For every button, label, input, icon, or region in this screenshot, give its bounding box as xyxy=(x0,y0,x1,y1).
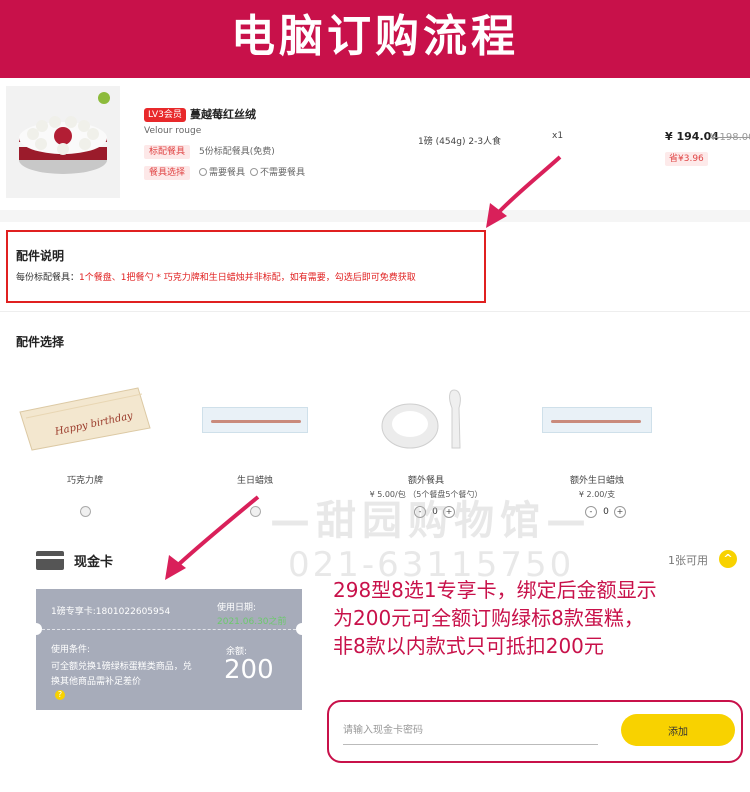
select-chocolate-plaque[interactable] xyxy=(80,506,91,517)
card-notch-right xyxy=(296,623,308,635)
chocolate-plaque-image: Happy birthday xyxy=(18,384,152,454)
radio-no-need[interactable] xyxy=(250,168,258,176)
candle-image xyxy=(202,407,308,433)
accessory-name-extra-tableware: 额外餐具 xyxy=(407,476,444,486)
product-english-name: Velour rouge xyxy=(144,126,202,136)
arrow-to-accessory-info xyxy=(495,155,562,216)
banner-title: 电脑订购流程 xyxy=(231,11,519,62)
arrow-head-2 xyxy=(165,555,186,580)
tableware-image xyxy=(380,388,472,452)
card-condition-text: 可全额兑换1磅绿标蛋糕类商品，兑换其他商品需补足差价 xyxy=(51,662,192,687)
cash-card-icon xyxy=(36,551,64,570)
option-need-tableware[interactable]: 需要餐具 xyxy=(199,166,245,180)
card-code-input[interactable] xyxy=(343,717,598,745)
promo-text: 298型8选1专享卡，绑定后金额显示 为200元可全额订购绿标8款蛋糕， 非8款… xyxy=(333,578,657,658)
select-candle[interactable] xyxy=(250,506,261,517)
arrow-to-cash-card xyxy=(176,495,260,567)
accessory-name-extra-candle: 额外生日蜡烛 xyxy=(569,476,624,486)
extra-candle-image xyxy=(542,407,652,433)
card-condition-label: 使用条件: xyxy=(51,645,91,655)
card-balance: 200 xyxy=(224,655,274,685)
section-divider xyxy=(0,210,750,222)
tableware-tag: 标配餐具 xyxy=(144,145,191,159)
extra-candle-count: 0 xyxy=(603,507,609,517)
radio-need[interactable] xyxy=(199,168,207,176)
cash-card-title: 现金卡 xyxy=(74,555,114,570)
product-spec: 1磅 (454g) 2-3人食 xyxy=(418,137,502,147)
card-separator xyxy=(42,629,296,630)
member-badge: LV3会员 xyxy=(144,108,186,122)
accessory-info-box xyxy=(6,230,486,303)
tableware-select-tag: 餐具选择 xyxy=(144,166,191,180)
saving-badge: 省¥3.96 xyxy=(665,152,708,166)
tableware-desc: 5份标配餐具(免费) xyxy=(199,147,275,157)
accessory-info-title: 配件说明 xyxy=(16,249,65,263)
divider xyxy=(0,311,750,312)
accessory-name-chocolate: 巧克力牌 xyxy=(66,476,103,486)
add-button[interactable]: 添加 xyxy=(621,714,735,746)
question-icon[interactable]: ? xyxy=(55,690,65,700)
card-notch-left xyxy=(30,623,42,635)
card-date-label: 使用日期: xyxy=(217,603,257,613)
accessory-select-title: 配件选择 xyxy=(16,335,65,349)
accessory-name-candle: 生日蜡烛 xyxy=(236,476,273,486)
watermark-shop-name: —甜园购物馆— xyxy=(270,498,592,544)
green-label-icon xyxy=(98,92,110,104)
available-card-count: 1张可用 xyxy=(668,554,708,567)
extra-candle-increment[interactable]: + xyxy=(614,506,626,518)
option-no-tableware[interactable]: 不需要餐具 xyxy=(250,166,305,180)
card-number: 1磅专享卡:1801022605954 xyxy=(51,607,171,617)
card-date-value: 2021.06.30之前 xyxy=(217,617,287,627)
product-old-price: ¥ 198.00 xyxy=(710,132,750,143)
product-name[interactable]: 蔓越莓红丝绒 xyxy=(190,106,256,124)
product-quantity: x1 xyxy=(552,131,564,141)
accessory-info-text: 每份标配餐具：1个餐盘、1把餐勺 * 巧克力牌和生日蜡烛并非标配，如有需要，勾选… xyxy=(16,273,416,283)
chevron-up-icon[interactable]: ^ xyxy=(719,550,737,568)
